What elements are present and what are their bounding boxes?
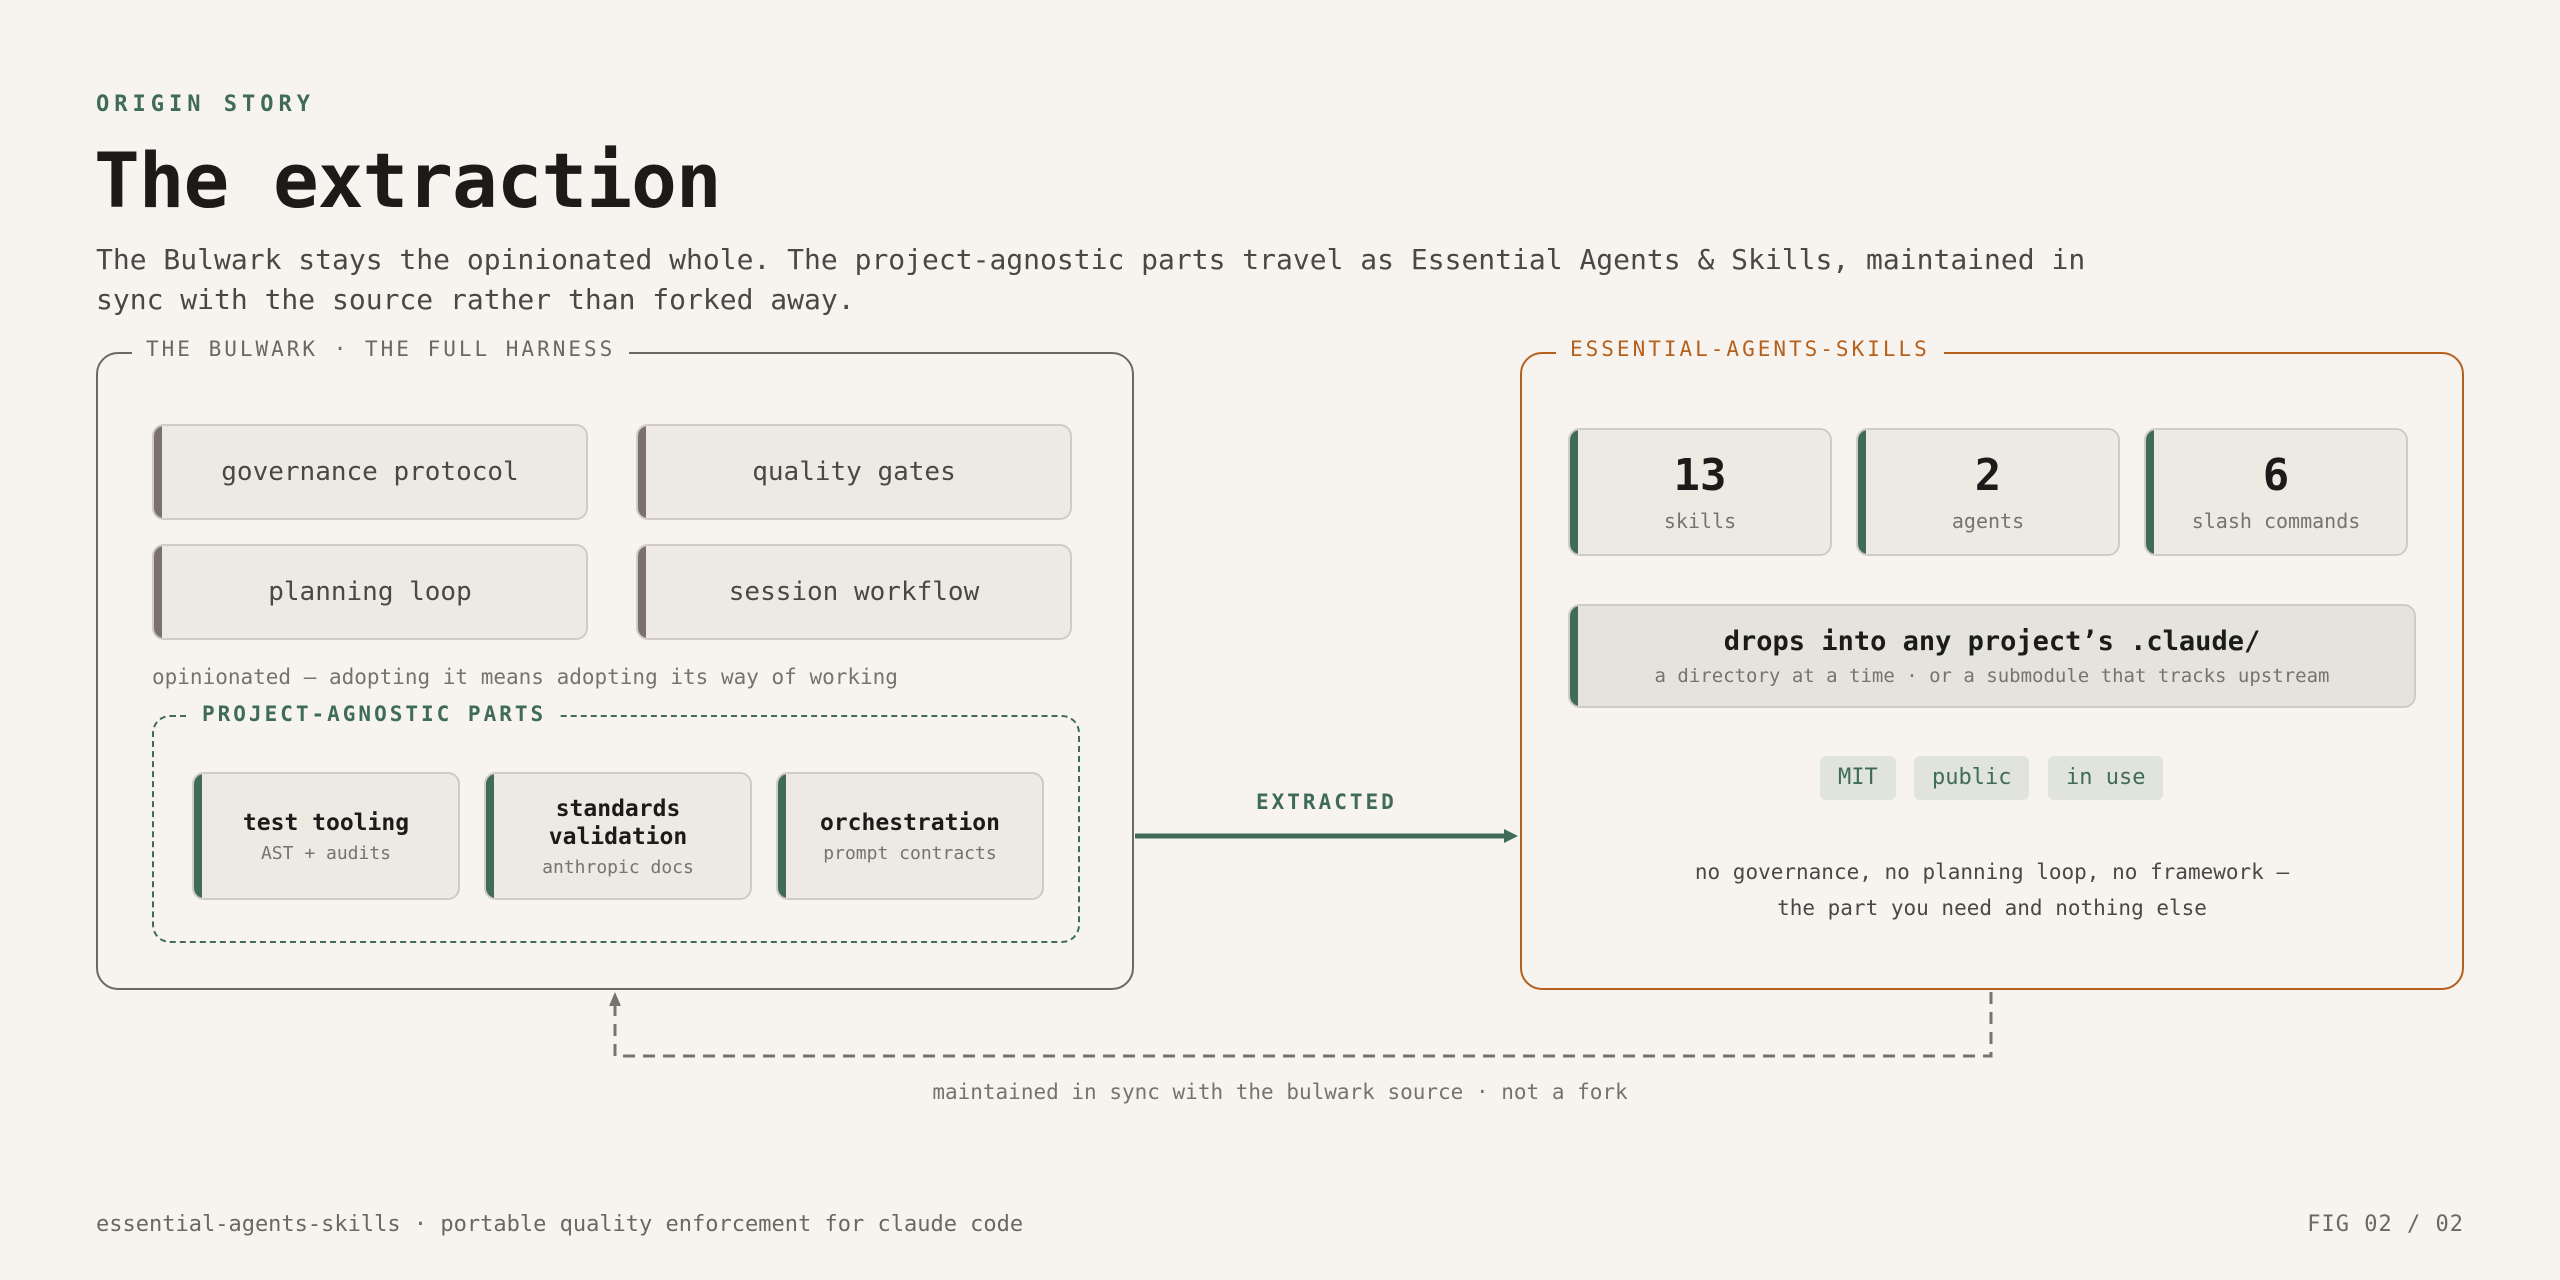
sync-label: maintained in sync with the bulwark sour… <box>932 1080 1628 1104</box>
project-agnostic-legend: PROJECT-AGNOSTIC PARTS <box>188 702 561 726</box>
stat-skills: 13 skills <box>1568 428 1832 556</box>
card-subtitle: prompt contracts <box>823 842 997 864</box>
card-session-workflow: session workflow <box>636 544 1072 640</box>
extracted-arrow-head <box>1504 829 1518 843</box>
card-planning-loop: planning loop <box>152 544 588 640</box>
footer-caption: essential-agents-skills · portable quali… <box>96 1212 1024 1237</box>
stat-value: 2 <box>1974 450 2002 501</box>
card-standards-validation: standards validation anthropic docs <box>484 772 752 900</box>
stat-label: agents <box>1951 509 2025 533</box>
essential-note: no governance, no planning loop, no fram… <box>1520 854 2464 926</box>
sync-arrow-head <box>609 992 621 1006</box>
essential-legend: ESSENTIAL-AGENTS-SKILLS <box>1556 337 1944 361</box>
stat-agents: 2 agents <box>1856 428 2120 556</box>
essential-note-line-1: no governance, no planning loop, no fram… <box>1694 860 2290 884</box>
stat-label: skills <box>1663 509 1737 533</box>
essential-note-line-2: the part you need and nothing else <box>1777 896 2207 920</box>
card-title: standards validation <box>548 795 688 850</box>
card-subtitle: anthropic docs <box>542 856 694 878</box>
drops-into-card: drops into any project’s .claude/ a dire… <box>1568 604 2416 708</box>
card-title: test tooling <box>242 809 410 836</box>
card-subtitle: AST + audits <box>260 842 392 864</box>
stat-slash-commands: 6 slash commands <box>2144 428 2408 556</box>
card-orchestration: orchestration prompt contracts <box>776 772 1044 900</box>
bulwark-legend: THE BULWARK · THE FULL HARNESS <box>132 337 630 361</box>
card-label: governance protocol <box>221 457 519 487</box>
drops-title: drops into any project’s .claude/ <box>1723 625 2261 657</box>
stat-value: 13 <box>1673 450 1727 501</box>
extracted-label: EXTRACTED <box>1256 790 1397 814</box>
stat-label: slash commands <box>2191 509 2361 533</box>
card-title: orchestration <box>819 809 1000 836</box>
tag-mit: MIT <box>1820 756 1896 800</box>
drops-subtitle: a directory at a time · or a submodule t… <box>1654 664 2330 687</box>
card-label: planning loop <box>268 577 472 607</box>
stat-value: 6 <box>2262 450 2290 501</box>
card-quality-gates: quality gates <box>636 424 1072 520</box>
figure-number: FIG 02 / 02 <box>2307 1212 2464 1237</box>
card-test-tooling: test tooling AST + audits <box>192 772 460 900</box>
card-label: quality gates <box>752 457 956 487</box>
bulwark-note: opinionated — adopting it means adopting… <box>152 665 898 689</box>
tag-in-use: in use <box>2048 756 2164 800</box>
card-governance-protocol: governance protocol <box>152 424 588 520</box>
card-label: session workflow <box>728 577 980 607</box>
sync-dashed-line <box>613 992 1993 1058</box>
tag-public: public <box>1914 756 2030 800</box>
